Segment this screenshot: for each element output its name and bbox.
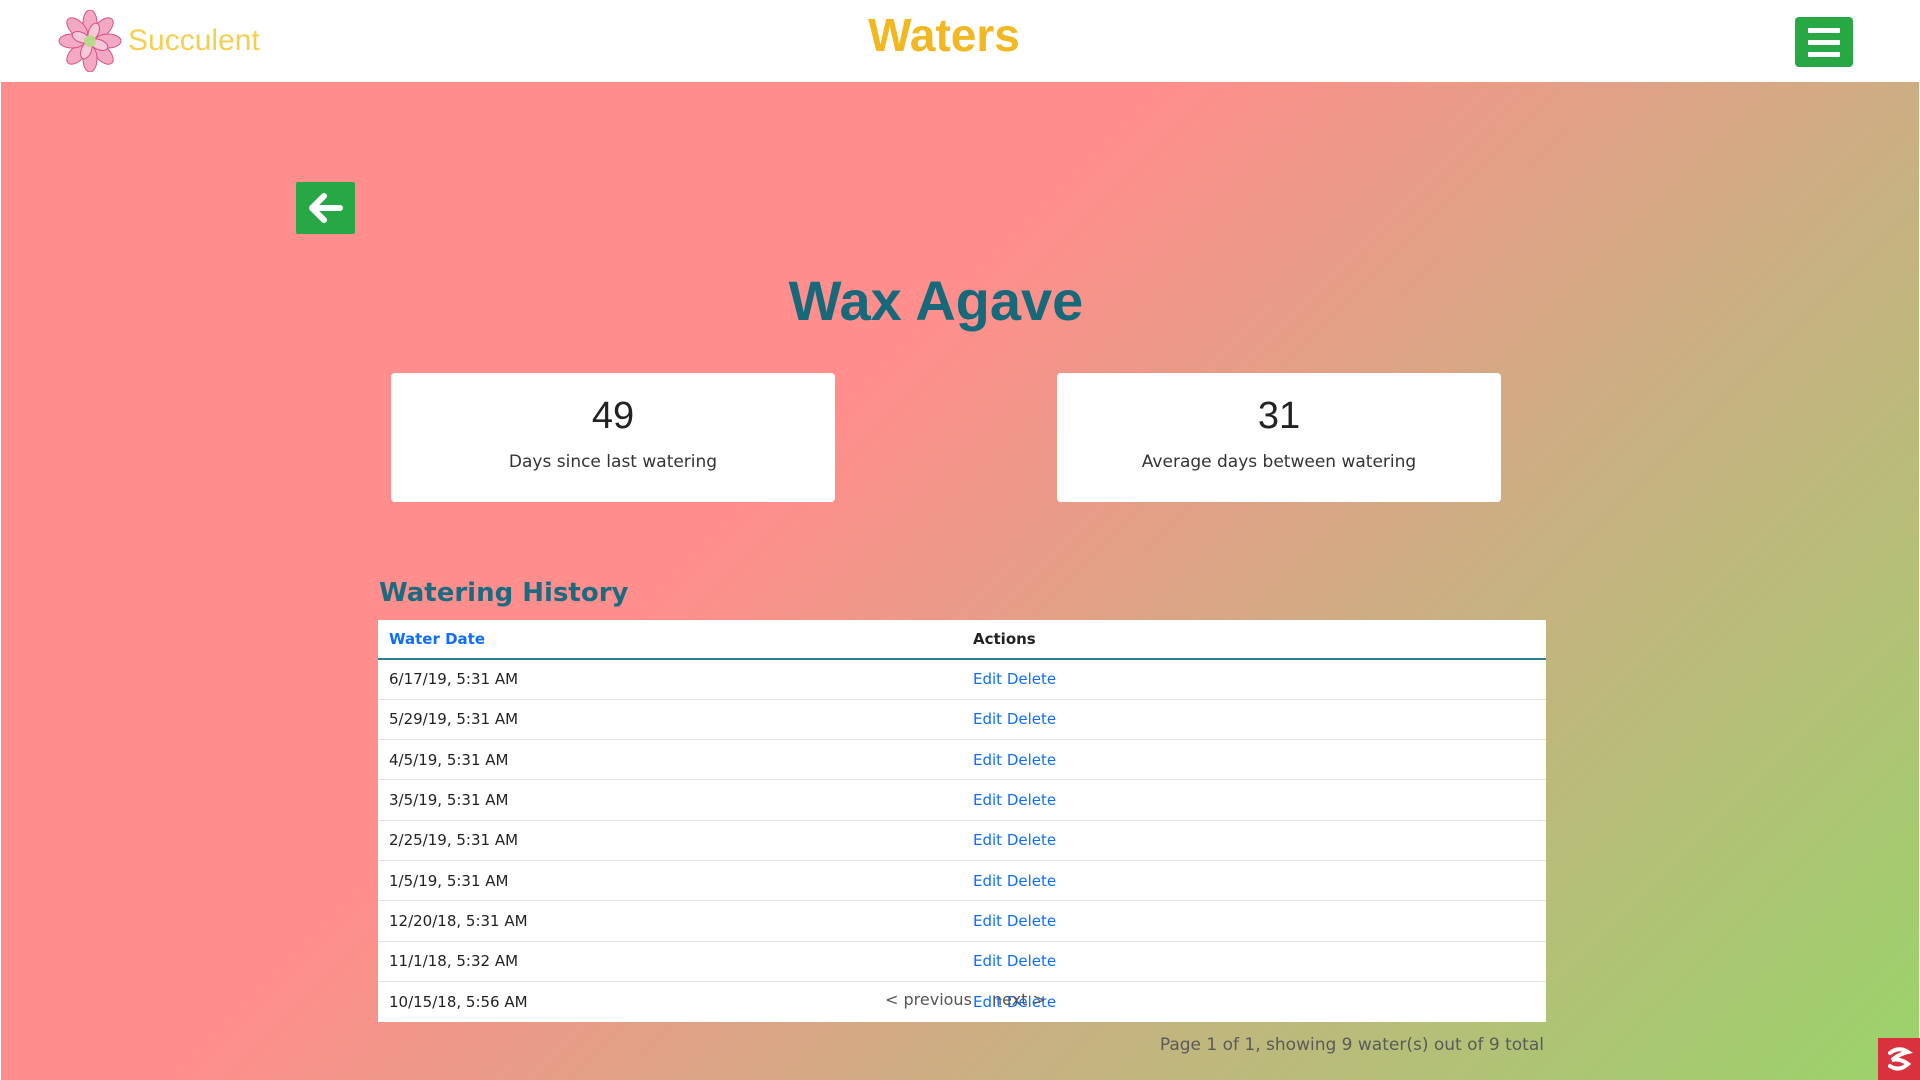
- table-row: 6/17/19, 5:31 AM Edit Delete: [378, 659, 1546, 699]
- stat-label: Days since last watering: [508, 452, 718, 472]
- days-since-watering-card: 49 Days since last watering: [391, 373, 835, 502]
- edit-link[interactable]: Edit: [973, 872, 1002, 890]
- actions-cell: Edit Delete: [962, 940, 1546, 982]
- app-header: Succulent Waters: [0, 0, 1920, 82]
- actions-header: Actions: [962, 620, 1546, 660]
- table-header-row: Water Date Actions: [378, 620, 1546, 660]
- corner-badge: [1878, 1038, 1920, 1080]
- pagination-summary: Page 1 of 1, showing 9 water(s) out of 9…: [1159, 1035, 1544, 1055]
- water-date-cell: 1/5/19, 5:31 AM: [378, 859, 962, 901]
- menu-button[interactable]: [1795, 17, 1853, 67]
- stat-label: Average days between watering: [1141, 452, 1417, 472]
- pagination: < previous next >: [0, 990, 1920, 1014]
- delete-link[interactable]: Delete: [1007, 751, 1056, 769]
- delete-link[interactable]: Delete: [1007, 791, 1056, 809]
- actions-cell: Edit Delete: [962, 900, 1546, 942]
- edit-link[interactable]: Edit: [973, 751, 1002, 769]
- table-row: 12/20/18, 5:31 AM Edit Delete: [378, 900, 1546, 942]
- actions-cell: Edit Delete: [962, 659, 1546, 699]
- arrow-left-icon: [308, 193, 343, 223]
- hamburger-menu-icon: [1808, 27, 1840, 33]
- water-date-cell: 11/1/18, 5:32 AM: [378, 940, 962, 982]
- table-row: 2/25/19, 5:31 AM Edit Delete: [378, 819, 1546, 861]
- stat-value: 49: [591, 395, 635, 437]
- actions-cell: Edit Delete: [962, 859, 1546, 901]
- water-date-cell: 3/5/19, 5:31 AM: [378, 779, 962, 821]
- actions-cell: Edit Delete: [962, 739, 1546, 780]
- plant-name: Wax Agave: [788, 269, 1084, 332]
- watering-history-heading: Watering History: [379, 578, 629, 608]
- edit-link[interactable]: Edit: [973, 791, 1002, 809]
- delete-link[interactable]: Delete: [1007, 952, 1056, 970]
- edit-link[interactable]: Edit: [973, 670, 1002, 688]
- edit-link[interactable]: Edit: [973, 952, 1002, 970]
- delete-link[interactable]: Delete: [1007, 831, 1056, 849]
- water-date-cell: 5/29/19, 5:31 AM: [378, 698, 962, 740]
- edit-link[interactable]: Edit: [973, 912, 1002, 930]
- table-row: 3/5/19, 5:31 AM Edit Delete: [378, 779, 1546, 821]
- delete-link[interactable]: Delete: [1007, 912, 1056, 930]
- back-button[interactable]: [296, 182, 355, 234]
- water-date-cell: 2/25/19, 5:31 AM: [378, 819, 962, 861]
- edit-link[interactable]: Edit: [973, 831, 1002, 849]
- delete-link[interactable]: Delete: [1007, 710, 1056, 728]
- page-title: Waters: [868, 9, 1020, 61]
- water-date-cell: 12/20/18, 5:31 AM: [378, 900, 962, 942]
- watering-history-table: Water Date Actions 6/17/19, 5:31 AM Edit…: [378, 620, 1546, 1022]
- previous-page-link[interactable]: < previous: [885, 990, 972, 1009]
- stat-value: 31: [1257, 395, 1301, 437]
- delete-link[interactable]: Delete: [1007, 670, 1056, 688]
- average-days-card: 31 Average days between watering: [1057, 373, 1501, 502]
- water-date-sort-header[interactable]: Water Date: [378, 620, 962, 660]
- next-page-link[interactable]: next >: [992, 990, 1046, 1009]
- edit-link[interactable]: Edit: [973, 710, 1002, 728]
- actions-cell: Edit Delete: [962, 698, 1546, 740]
- water-date-cell: 6/17/19, 5:31 AM: [389, 670, 519, 689]
- table-row: 1/5/19, 5:31 AM Edit Delete: [378, 859, 1546, 901]
- delete-link[interactable]: Delete: [1007, 872, 1056, 890]
- table-row: 5/29/19, 5:31 AM Edit Delete: [378, 698, 1546, 740]
- app-badge-icon: [1888, 1047, 1914, 1071]
- table-row: 11/1/18, 5:32 AM Edit Delete: [378, 940, 1546, 982]
- table-row: 4/5/19, 5:31 AM Edit Delete: [378, 739, 1546, 780]
- main-content: Wax Agave 49 Days since last watering 31…: [1, 82, 1919, 1080]
- water-date-cell: 4/5/19, 5:31 AM: [378, 739, 962, 780]
- actions-cell: Edit Delete: [962, 779, 1546, 821]
- actions-cell: Edit Delete: [962, 819, 1546, 861]
